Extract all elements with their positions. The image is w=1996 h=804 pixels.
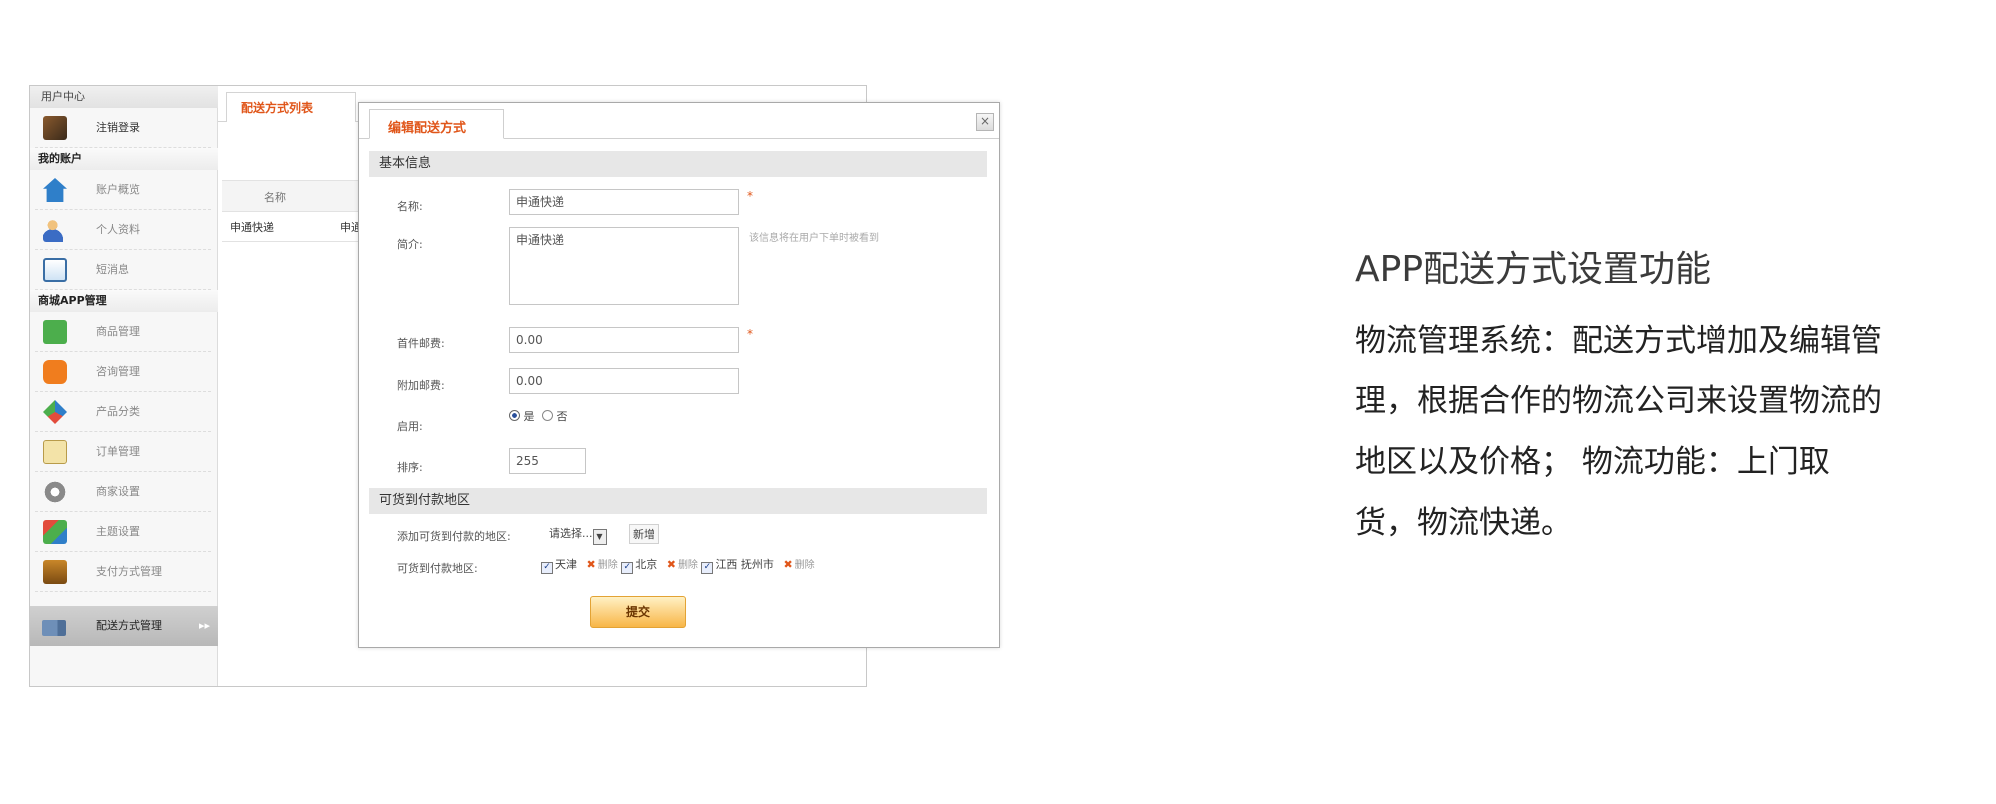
category-icon (43, 400, 67, 424)
delete-icon[interactable]: ✖ (667, 558, 676, 571)
sidebar-item-label: 主题设置 (96, 525, 140, 538)
delete-link[interactable]: 删除 (795, 560, 815, 571)
intro-textarea[interactable]: 申通快递 (509, 227, 739, 305)
sidebar-item-label: 产品分类 (96, 405, 140, 418)
feature-title: APP配送方式设置功能 (1355, 249, 1712, 290)
truck-icon (42, 620, 66, 636)
enable-no-label: 否 (556, 410, 568, 423)
add-area-label: 添加可货到付款的地区: (397, 530, 511, 543)
tab-edit-shipping[interactable]: 编辑配送方式 (369, 109, 504, 139)
sidebar-item-messages[interactable]: 短消息 (35, 250, 211, 290)
first-fee-label: 首件邮费: (397, 337, 445, 350)
home-icon (43, 178, 67, 202)
cod-area-list: ✓ 天津 ✖ 删除 ✓ 北京 ✖ 删除 ✓ 江西 抚州市 ✖ 删除 (541, 556, 815, 574)
name-label: 名称: (397, 200, 423, 213)
chevron-right-icon: ▸▸ (198, 619, 210, 632)
area-select-value: 请选择... (549, 527, 593, 540)
area-name: 北京 (635, 558, 658, 571)
theme-icon (43, 520, 67, 544)
sidebar-item-label: 注销登录 (96, 121, 140, 134)
sidebar-item-label: 短消息 (96, 263, 129, 276)
sidebar-section-app: 商城APP管理 (30, 290, 218, 312)
sidebar-item-label: 订单管理 (96, 445, 140, 458)
enable-label: 启用: (397, 420, 423, 433)
column-name: 名称 (264, 191, 286, 204)
required-mark: * (747, 327, 753, 341)
sidebar-item-label: 商家设置 (96, 485, 140, 498)
description-line: 货，物流快递。 (1355, 505, 1572, 541)
extra-fee-label: 附加邮费: (397, 379, 445, 392)
name-field[interactable]: 申通快递 (509, 189, 739, 215)
sidebar-item-label: 支付方式管理 (96, 565, 162, 578)
tab-shipping-list[interactable]: 配送方式列表 (226, 92, 356, 122)
sidebar: 用户中心 注销登录 我的账户 账户概览 个人资料 短消息 商城APP管理 商品管… (30, 86, 218, 686)
first-fee-field[interactable]: 0.00 (509, 327, 739, 353)
sidebar-item-category[interactable]: 产品分类 (35, 392, 211, 432)
sort-field[interactable]: 255 (509, 448, 586, 474)
tab-label: 配送方式列表 (241, 101, 314, 115)
sidebar-item-overview[interactable]: 账户概览 (35, 170, 211, 210)
close-button[interactable]: × (976, 113, 994, 131)
delete-link[interactable]: 删除 (678, 560, 698, 571)
edit-shipping-dialog: 编辑配送方式 × 基本信息 名称: 申通快递 * 简介: 申通快递 该信息将在用… (358, 102, 1000, 648)
cod-area-label: 可货到付款地区: (397, 562, 478, 575)
area-name: 江西 抚州市 (715, 558, 774, 571)
sidebar-section-account: 我的账户 (30, 148, 218, 170)
area-checkbox[interactable]: ✓ (541, 562, 553, 574)
delete-link[interactable]: 删除 (598, 560, 618, 571)
required-mark: * (747, 189, 753, 203)
section-cod-areas: 可货到付款地区 (369, 488, 987, 514)
message-icon (43, 258, 67, 282)
sidebar-header: 用户中心 (30, 86, 218, 108)
clipboard-icon (43, 440, 67, 464)
delete-icon[interactable]: ✖ (783, 558, 792, 571)
intro-hint: 该信息将在用户下单时被看到 (749, 233, 879, 244)
tab-label: 编辑配送方式 (388, 121, 467, 136)
enable-yes-radio[interactable] (509, 410, 520, 421)
area-checkbox[interactable]: ✓ (621, 562, 634, 574)
wallet-icon (43, 560, 67, 584)
sidebar-item-label: 咨询管理 (96, 365, 140, 378)
sidebar-item-merchant[interactable]: 商家设置 (35, 472, 211, 512)
sidebar-item-shipping[interactable]: 配送方式管理 ▸▸ (30, 606, 218, 646)
product-icon (43, 320, 67, 344)
sidebar-item-theme[interactable]: 主题设置 (35, 512, 211, 552)
description-line: 理，根据合作的物流公司来设置物流的 (1355, 383, 1882, 419)
enable-no-radio[interactable] (542, 410, 553, 421)
cell-name: 申通快递 (230, 221, 274, 234)
gear-icon (43, 480, 67, 504)
section-basic-info: 基本信息 (369, 151, 987, 177)
enable-radio-group: 是 否 (509, 408, 568, 424)
description-line: 物流管理系统：配送方式增加及编辑管 (1355, 323, 1882, 359)
sidebar-item-payment[interactable]: 支付方式管理 (35, 552, 211, 592)
add-area-button[interactable]: 新增 (629, 524, 659, 544)
chat-icon (43, 360, 67, 384)
sidebar-item-label: 商品管理 (96, 325, 140, 338)
sidebar-item-profile[interactable]: 个人资料 (35, 210, 211, 250)
sidebar-item-label: 账户概览 (96, 183, 140, 196)
sidebar-item-label: 个人资料 (96, 223, 140, 236)
sidebar-item-products[interactable]: 商品管理 (35, 312, 211, 352)
description-line: 地区以及价格； 物流功能：上门取 (1355, 444, 1830, 480)
user-info-icon (43, 218, 67, 242)
area-checkbox[interactable]: ✓ (701, 562, 714, 574)
enable-yes-label: 是 (523, 410, 535, 423)
app-screenshot: 用户中心 注销登录 我的账户 账户概览 个人资料 短消息 商城APP管理 商品管… (29, 85, 1000, 687)
delete-icon[interactable]: ✖ (587, 558, 596, 571)
area-select[interactable]: 请选择... ▼ (549, 525, 607, 545)
user-avatar-icon (43, 116, 67, 140)
chevron-down-icon: ▼ (592, 529, 607, 545)
sort-label: 排序: (397, 461, 423, 474)
sidebar-item-logout[interactable]: 注销登录 (35, 108, 211, 148)
area-name: 天津 (555, 558, 577, 571)
intro-label: 简介: (397, 238, 423, 251)
extra-fee-field[interactable]: 0.00 (509, 368, 739, 394)
submit-button[interactable]: 提交 (590, 596, 686, 628)
sidebar-item-consult[interactable]: 咨询管理 (35, 352, 211, 392)
sidebar-item-label: 配送方式管理 (96, 619, 162, 632)
sidebar-item-orders[interactable]: 订单管理 (35, 432, 211, 472)
